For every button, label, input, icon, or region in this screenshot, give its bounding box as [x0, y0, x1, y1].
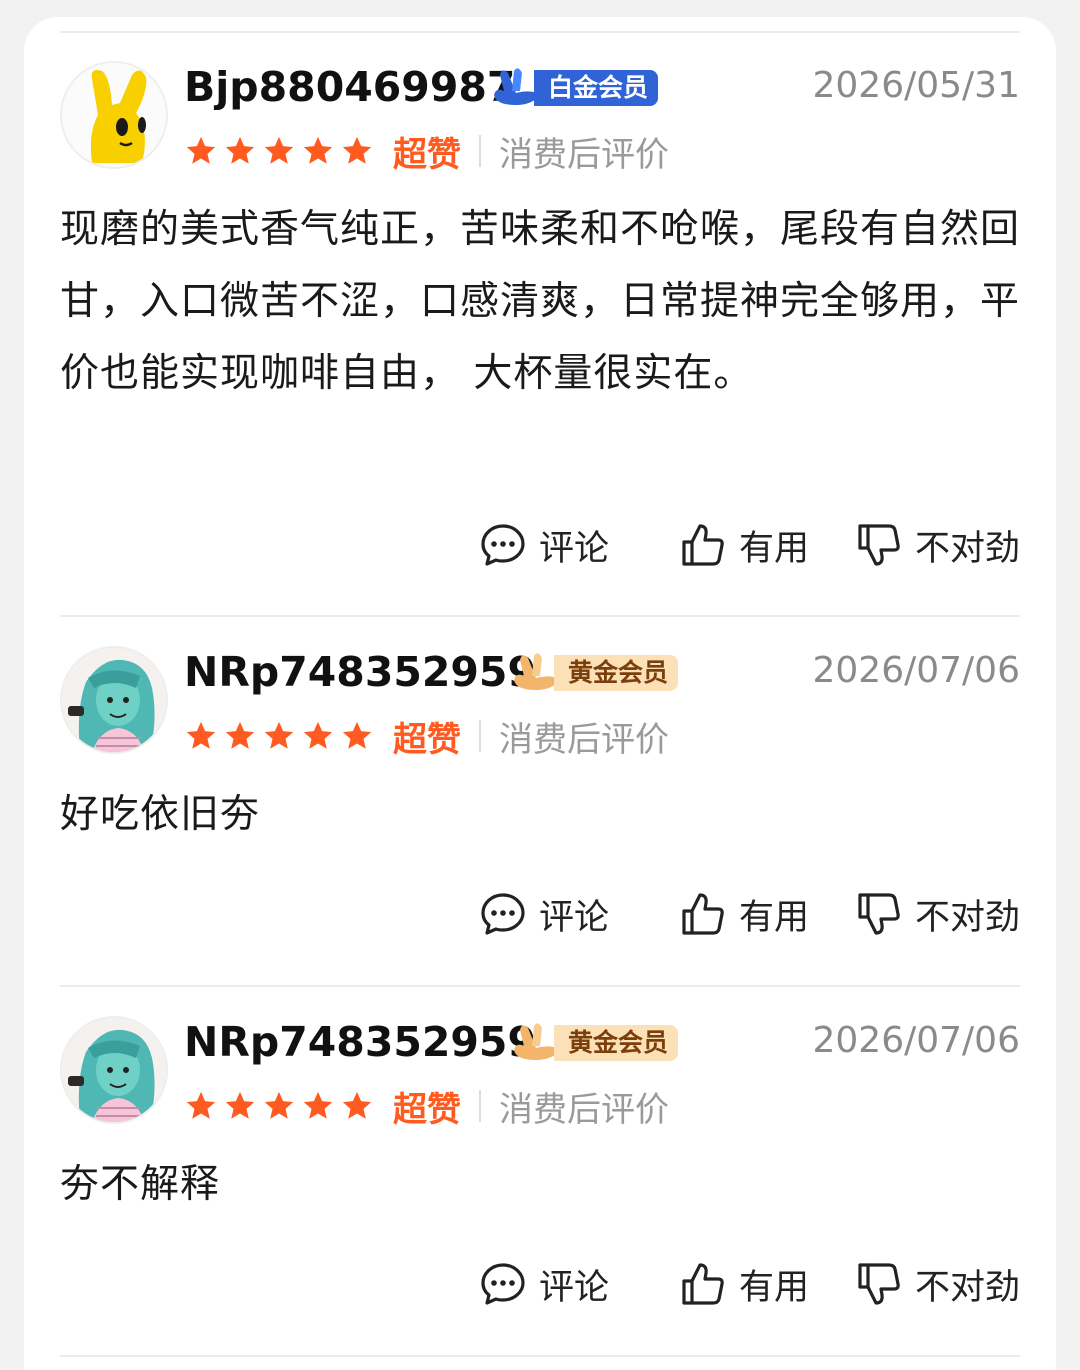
comment-button[interactable]: 评论 — [479, 889, 609, 940]
star-icon — [225, 1091, 255, 1119]
star-rating — [184, 134, 379, 168]
divider — [60, 985, 1020, 987]
star-icon — [303, 721, 333, 749]
comment-icon — [481, 524, 525, 566]
review-item: NRp748352959 黄金会员 2026/07/06 超赞 消费后评价 好吃… — [60, 646, 1020, 946]
rating-row: 超赞 消费后评价 — [184, 129, 669, 175]
rating-label: 超赞 — [393, 1089, 461, 1130]
gold-member-badge[interactable]: 黄金会员 — [508, 652, 679, 694]
not-right-button[interactable]: 不对劲 — [855, 1259, 1020, 1310]
avatar[interactable] — [60, 646, 168, 754]
comment-icon — [481, 1263, 525, 1305]
review-actions: 评论 有用 不对劲 — [479, 886, 1020, 942]
review-date: 2026/05/31 — [812, 65, 1021, 106]
star-icon — [342, 721, 372, 749]
star-icon — [186, 136, 216, 164]
teal-hair-girl-avatar-icon — [62, 648, 166, 752]
review-item: Bjp880469987 白金会员 2026/05/31 超赞 消费后评价 现磨… — [60, 61, 1020, 581]
comment-icon — [481, 893, 525, 935]
review-actions: 评论 有用 不对劲 — [479, 1256, 1020, 1312]
review-tag: 消费后评价 — [499, 719, 669, 760]
review-tag: 消费后评价 — [499, 134, 669, 175]
rating-label: 超赞 — [393, 719, 461, 760]
thumb-up-icon — [682, 524, 724, 566]
thumb-up-icon — [682, 893, 724, 935]
review-actions: 评论 有用 不对劲 — [479, 517, 1020, 573]
divider — [60, 1355, 1020, 1357]
star-rating — [184, 719, 379, 753]
useful-button[interactable]: 有用 — [679, 520, 809, 571]
star-icon — [264, 1091, 294, 1119]
star-rating — [184, 1089, 379, 1123]
review-content: 现磨的美式香气纯正，苦味柔和不呛喉，尾段有自然回甘，入口微苦不涩，口感清爽，日常… — [60, 207, 1021, 396]
platinum-member-badge[interactable]: 白金会员 — [488, 67, 659, 109]
star-icon — [186, 721, 216, 749]
star-icon — [303, 1091, 333, 1119]
divider — [60, 615, 1020, 617]
useful-button[interactable]: 有用 — [679, 889, 809, 940]
gold-member-badge[interactable]: 黄金会员 — [508, 1022, 679, 1064]
useful-label: 有用 — [738, 897, 809, 938]
useful-label: 有用 — [738, 1267, 809, 1308]
separator — [479, 1090, 481, 1122]
star-icon — [342, 1091, 372, 1119]
comment-label: 评论 — [538, 897, 609, 938]
teal-hair-girl-avatar-icon — [62, 1018, 166, 1122]
review-item: NRp748352959 黄金会员 2026/07/06 超赞 消费后评价 夯不… — [60, 1016, 1020, 1316]
rating-row: 超赞 消费后评价 — [184, 714, 669, 760]
not-right-label: 不对劲 — [914, 897, 1020, 938]
rating-row: 超赞 消费后评价 — [184, 1084, 669, 1130]
review-tag: 消费后评价 — [499, 1089, 669, 1130]
not-right-label: 不对劲 — [914, 1267, 1020, 1308]
star-icon — [225, 721, 255, 749]
username[interactable]: NRp748352959 — [184, 1016, 536, 1068]
avatar[interactable] — [60, 1016, 168, 1124]
not-right-button[interactable]: 不对劲 — [855, 520, 1020, 571]
comment-label: 评论 — [538, 1267, 609, 1308]
star-icon — [264, 136, 294, 164]
review-date: 2026/07/06 — [812, 1020, 1021, 1061]
star-icon — [264, 721, 294, 749]
useful-button[interactable]: 有用 — [679, 1259, 809, 1310]
star-icon — [342, 136, 372, 164]
badge-label: 白金会员 — [534, 70, 659, 106]
useful-label: 有用 — [738, 528, 809, 569]
yellow-bunny-avatar-icon — [62, 63, 166, 167]
review-content: 好吃依旧夯 — [60, 792, 261, 837]
thumb-down-icon — [858, 524, 900, 566]
star-icon — [186, 1091, 216, 1119]
separator — [479, 135, 481, 167]
rating-label: 超赞 — [393, 134, 461, 175]
username[interactable]: NRp748352959 — [184, 646, 536, 698]
divider — [60, 31, 1020, 33]
star-icon — [303, 136, 333, 164]
not-right-label: 不对劲 — [914, 528, 1020, 569]
thumb-down-icon — [858, 1263, 900, 1305]
star-icon — [225, 136, 255, 164]
not-right-button[interactable]: 不对劲 — [855, 889, 1020, 940]
separator — [479, 720, 481, 752]
comment-button[interactable]: 评论 — [479, 520, 609, 571]
review-content: 夯不解释 — [60, 1162, 221, 1207]
badge-label: 黄金会员 — [554, 655, 679, 691]
badge-label: 黄金会员 — [554, 1025, 679, 1061]
thumb-up-icon — [682, 1263, 724, 1305]
comment-button[interactable]: 评论 — [479, 1259, 609, 1310]
comment-label: 评论 — [538, 528, 609, 569]
avatar[interactable] — [60, 61, 168, 169]
review-date: 2026/07/06 — [812, 650, 1021, 691]
username[interactable]: Bjp880469987 — [184, 61, 515, 113]
thumb-down-icon — [858, 893, 900, 935]
